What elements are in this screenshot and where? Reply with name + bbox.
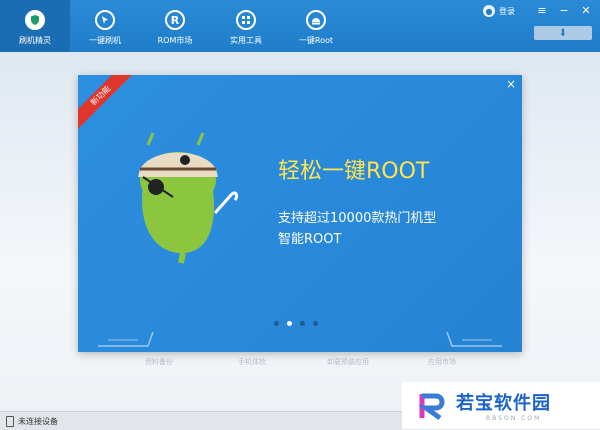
close-window-icon[interactable]: ✕ xyxy=(578,3,594,17)
nav-label: 刷机精灵 xyxy=(19,36,51,45)
grid-icon xyxy=(236,10,256,30)
carousel-dot[interactable] xyxy=(274,321,279,326)
feature-label-uninstall[interactable]: 卸载预装应用 xyxy=(327,357,369,367)
login-button[interactable]: ● 登录 xyxy=(483,5,515,17)
feature-label-app-market[interactable]: 应用市场 xyxy=(428,357,456,367)
nav-label: ROM市场 xyxy=(157,36,193,45)
rbson-logo-icon xyxy=(418,393,445,420)
nav-item-tools[interactable]: 实用工具 xyxy=(211,0,281,52)
nav-label: 一键刷机 xyxy=(89,36,121,45)
nav-item-one-click-root[interactable]: 一键Root xyxy=(281,0,351,52)
nav-label: 实用工具 xyxy=(230,36,262,45)
nav-item-flash-wizard[interactable]: 刷机精灵 xyxy=(0,0,70,52)
carousel-dot[interactable] xyxy=(300,321,305,326)
promo-dialog: 新功能 × 轻松一键ROOT 支持超过10000款热门机型 智能ROOT xyxy=(78,75,522,352)
carousel-dot[interactable] xyxy=(287,321,292,326)
cursor-icon xyxy=(95,10,115,30)
decorative-lines xyxy=(98,331,502,347)
dialog-subtext-2: 智能ROOT xyxy=(278,232,342,247)
login-label: 登录 xyxy=(499,6,515,16)
minimize-icon[interactable]: − xyxy=(556,3,572,17)
nav-item-rom-market[interactable]: R ROM市场 xyxy=(140,0,210,52)
download-icon: ⬇ xyxy=(558,27,568,39)
phone-icon xyxy=(6,415,14,427)
nav-item-one-click-flash[interactable]: 一键刷机 xyxy=(70,0,140,52)
nav-label: 一键Root xyxy=(298,36,334,45)
feature-label-backup[interactable]: 资料备份 xyxy=(145,357,173,367)
dialog-headline: 轻松一键ROOT xyxy=(278,159,430,184)
android-icon xyxy=(306,10,326,30)
menu-icon[interactable]: ≡ xyxy=(534,3,550,17)
watermark-subtext: RBSON.COM xyxy=(486,415,542,422)
top-navigation-bar: 刷机精灵 一键刷机 R ROM市场 实用工具 一键Root ● 登录 ≡ − ✕… xyxy=(0,0,600,52)
android-pirate-mascot xyxy=(138,132,239,264)
dialog-close-icon[interactable]: × xyxy=(506,77,516,91)
download-button[interactable]: ⬇ xyxy=(534,26,592,40)
shield-icon xyxy=(25,10,45,30)
dialog-subtext-1: 支持超过10000款热门机型 xyxy=(278,211,437,226)
feature-label-checkup[interactable]: 手机体检 xyxy=(238,357,266,367)
user-icon: ● xyxy=(483,5,495,17)
carousel-dots xyxy=(274,321,318,326)
watermark: 若宝软件园 RBSON.COM xyxy=(402,382,600,429)
watermark-text: 若宝软件园 xyxy=(456,393,551,414)
rom-r-icon: R xyxy=(165,10,185,30)
carousel-dot[interactable] xyxy=(313,321,318,326)
status-text: 未连接设备 xyxy=(18,416,58,426)
